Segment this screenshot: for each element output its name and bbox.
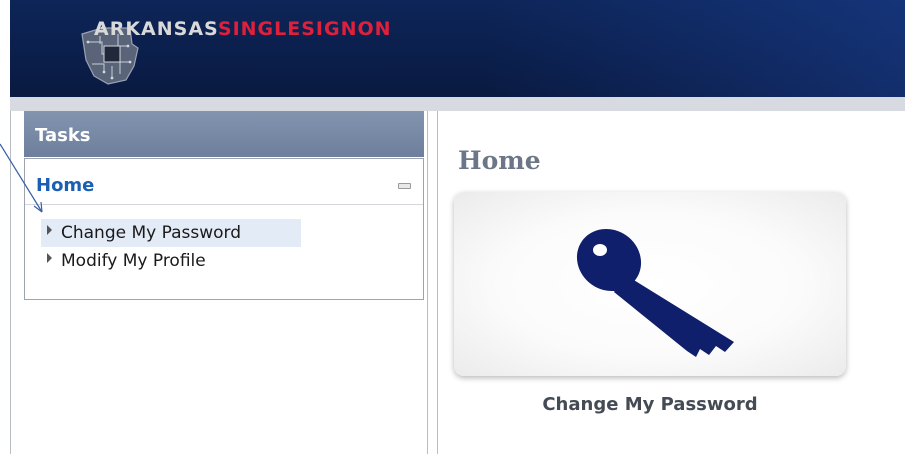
banner-sheen xyxy=(485,0,905,97)
sidebar-item-label[interactable]: Modify My Profile xyxy=(61,251,206,271)
brand-name-main: ARKANSAS xyxy=(94,18,218,40)
key-icon[interactable] xyxy=(454,192,846,376)
frame-separator xyxy=(10,97,905,111)
sidebar-section-label[interactable]: Home xyxy=(36,175,94,196)
triangle-right-icon xyxy=(47,225,52,235)
minus-icon[interactable] xyxy=(398,183,411,189)
sidebar-item-modify-profile[interactable]: Modify My Profile xyxy=(41,247,301,275)
task-menu: Home Change My Password Modify My Profil… xyxy=(24,158,424,300)
brand-name-accent: SINGLESIGNON xyxy=(217,18,392,40)
triangle-right-icon xyxy=(47,253,52,263)
tasks-header: Tasks xyxy=(24,111,424,157)
sidebar-item-change-password[interactable]: Change My Password xyxy=(41,219,301,247)
sidebar-section-home[interactable]: Home xyxy=(25,159,423,205)
sidebar-item-label[interactable]: Change My Password xyxy=(61,223,241,243)
change-password-tile[interactable] xyxy=(454,192,846,376)
brand-logo-text: ARKANSASSINGLESIGNON xyxy=(94,18,392,40)
tile-label[interactable]: Change My Password xyxy=(454,394,846,415)
page-title: Home xyxy=(458,146,541,175)
header-banner: ARKANSASSINGLESIGNON xyxy=(10,0,905,97)
